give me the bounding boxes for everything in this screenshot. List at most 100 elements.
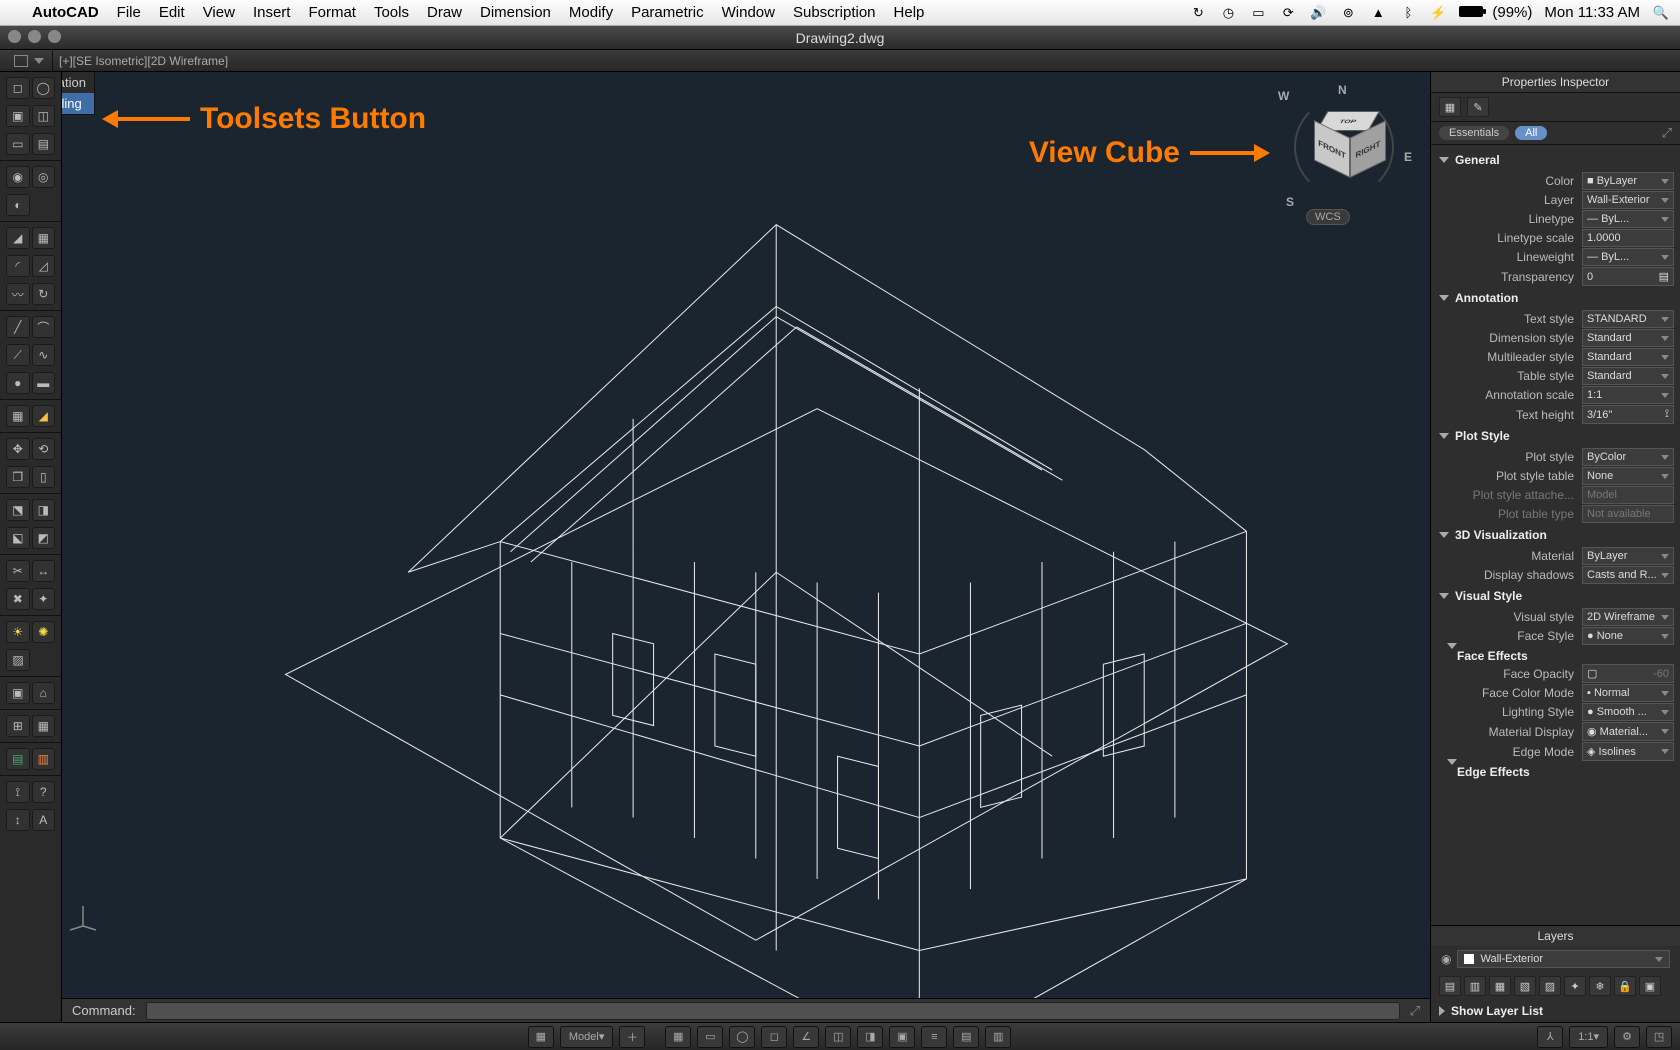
sb-otrack[interactable]: ◫ <box>825 1026 851 1048</box>
battery-icon[interactable] <box>1459 4 1480 21</box>
prop-linetype[interactable]: — ByL... <box>1582 210 1674 228</box>
drawing-canvas[interactable]: Drafting Annotation Modeling Toolsets Bu… <box>62 72 1430 1022</box>
prop-facestyle[interactable]: ● None <box>1582 627 1674 645</box>
prop-transparency[interactable]: 0▤ <box>1582 267 1674 286</box>
section-general[interactable]: General <box>1437 149 1674 171</box>
layer-tool-2[interactable]: ▥ <box>1464 976 1486 996</box>
tool-trim[interactable]: ✂ <box>6 560 30 582</box>
prop-textheight[interactable]: 3/16"⟟ <box>1582 405 1674 424</box>
battery-charge-icon[interactable]: ⚡ <box>1429 6 1447 20</box>
sb-ortho[interactable]: ▭ <box>697 1026 723 1048</box>
tool-fillet[interactable]: ◜ <box>6 255 30 277</box>
command-input[interactable] <box>146 1002 1400 1020</box>
tab-all[interactable]: All <box>1515 126 1547 140</box>
tool-pline[interactable]: ⟋ <box>6 344 30 366</box>
prop-plotstyle[interactable]: ByColor <box>1582 448 1674 466</box>
prop-shadows[interactable]: Casts and R... <box>1582 566 1674 584</box>
clock-text[interactable]: Mon 11:33 AM <box>1544 4 1640 21</box>
menu-tools[interactable]: Tools <box>374 4 409 21</box>
tool-light[interactable]: ☀ <box>6 621 30 643</box>
layer-tool-5[interactable]: ▨ <box>1539 976 1561 996</box>
tool-sun[interactable]: ✺ <box>32 621 56 643</box>
menu-help[interactable]: Help <box>894 4 925 21</box>
tool-layerstate[interactable]: ▥ <box>32 748 56 770</box>
prop-ltscale[interactable]: 1.0000 <box>1582 229 1674 247</box>
tool-extend[interactable]: ↔ <box>32 560 56 582</box>
menu-format[interactable]: Format <box>308 4 356 21</box>
sb-gear[interactable]: ⚙ <box>1614 1026 1640 1048</box>
refresh-icon[interactable]: ⟳ <box>1279 6 1297 20</box>
sb-sc[interactable]: ▥ <box>985 1026 1011 1048</box>
layer-tool-7[interactable]: ❄ <box>1589 976 1611 996</box>
section-visualstyle[interactable]: Visual Style <box>1437 585 1674 607</box>
sb-polar[interactable]: ◯ <box>729 1026 755 1048</box>
sb-annoscale-icon[interactable]: ⅄ <box>1537 1026 1563 1048</box>
prop-pstable[interactable]: None <box>1582 467 1674 485</box>
tool-liveview[interactable]: ◩ <box>32 527 56 549</box>
tab-essentials[interactable]: Essentials <box>1439 126 1509 140</box>
spotlight-icon[interactable]: 🔍 <box>1652 6 1670 20</box>
tool-inquire[interactable]: ? <box>32 781 56 803</box>
tool-loft[interactable]: ◫ <box>32 105 56 127</box>
menu-insert[interactable]: Insert <box>253 4 291 21</box>
tool-slice[interactable]: ◢ <box>6 227 30 249</box>
toolset-annotation[interactable]: Annotation <box>62 72 94 93</box>
zoom-window-button[interactable] <box>48 30 61 43</box>
tool-spline[interactable]: ∿ <box>32 344 56 366</box>
prop-mleader[interactable]: Standard <box>1582 348 1674 366</box>
sb-iso[interactable]: ◳ <box>1646 1026 1672 1048</box>
menu-subscription[interactable]: Subscription <box>793 4 876 21</box>
viewstate-label[interactable]: [+][SE Isometric][2D Wireframe] <box>53 54 228 68</box>
minimize-window-button[interactable] <box>28 30 41 43</box>
sb-model[interactable]: Model ▾ <box>560 1026 614 1048</box>
tool-explode[interactable]: ✦ <box>32 588 56 610</box>
command-popout-icon[interactable]: ⤢ <box>1410 1003 1420 1019</box>
airport-icon[interactable]: ▲ <box>1369 6 1387 20</box>
sb-lwt[interactable]: ≡ <box>921 1026 947 1048</box>
tool-rotate[interactable]: ⟲ <box>32 438 56 460</box>
prop-edgemode[interactable]: ◈ Isolines <box>1582 742 1674 761</box>
display-icon[interactable]: ▭ <box>1249 6 1267 20</box>
tool-render[interactable]: ▣ <box>6 682 30 704</box>
tool-flatshot[interactable]: ◨ <box>32 499 56 521</box>
layer-tool-9[interactable]: ▣ <box>1639 976 1661 996</box>
tool-arc[interactable]: ⌒ <box>32 316 56 338</box>
toolsets-button[interactable] <box>6 50 53 71</box>
menu-draw[interactable]: Draw <box>427 4 462 21</box>
prop-lightingstyle[interactable]: ● Smooth ... <box>1582 703 1674 721</box>
sb-grid[interactable]: ▦ <box>528 1026 554 1048</box>
prop-annoscale[interactable]: 1:1 <box>1582 386 1674 404</box>
sb-annoscale[interactable]: 1:1 ▾ <box>1569 1026 1608 1048</box>
sb-ducs[interactable]: ◨ <box>857 1026 883 1048</box>
layer-tool-3[interactable]: ▦ <box>1489 976 1511 996</box>
tool-mirror[interactable]: ▯ <box>32 466 56 488</box>
menu-file[interactable]: File <box>117 4 141 21</box>
tool-materials[interactable]: ▨ <box>6 649 30 671</box>
panel-quickprops-icon[interactable]: ▦ <box>1439 97 1461 117</box>
bluetooth-icon[interactable]: ᛒ <box>1399 6 1417 20</box>
compass-n[interactable]: N <box>1338 83 1347 97</box>
prop-color[interactable]: ■ ByLayer <box>1582 172 1674 190</box>
tool-box[interactable]: ◻ <box>6 77 30 99</box>
clock-icon[interactable]: ◷ <box>1219 6 1237 20</box>
prop-materialdisplay[interactable]: ◉ Material... <box>1582 722 1674 741</box>
tool-presspull[interactable]: ▤ <box>32 133 56 155</box>
menu-parametric[interactable]: Parametric <box>631 4 704 21</box>
layer-selector[interactable]: Wall-Exterior <box>1457 950 1670 968</box>
sb-osnap[interactable]: ◻ <box>761 1026 787 1048</box>
layer-visibility-icon[interactable]: ◉ <box>1441 952 1451 966</box>
app-name[interactable]: AutoCAD <box>32 4 99 21</box>
show-layer-list[interactable]: Show Layer List <box>1431 1000 1680 1022</box>
prop-dimstyle[interactable]: Standard <box>1582 329 1674 347</box>
tool-copy[interactable]: ❐ <box>6 466 30 488</box>
tool-thicken[interactable]: ▦ <box>32 227 56 249</box>
prop-faceopacity[interactable]: ▢-60 <box>1582 664 1674 683</box>
prop-layer[interactable]: Wall-Exterior <box>1582 191 1674 209</box>
prop-textstyle[interactable]: STANDARD <box>1582 310 1674 328</box>
menu-window[interactable]: Window <box>722 4 775 21</box>
prop-tablestyle[interactable]: Standard <box>1582 367 1674 385</box>
tool-surface[interactable]: ◢ <box>32 405 56 427</box>
sync-icon[interactable]: ↻ <box>1189 6 1207 20</box>
layer-tool-4[interactable]: ▧ <box>1514 976 1536 996</box>
tool-cylinder[interactable]: ◯ <box>32 77 56 99</box>
